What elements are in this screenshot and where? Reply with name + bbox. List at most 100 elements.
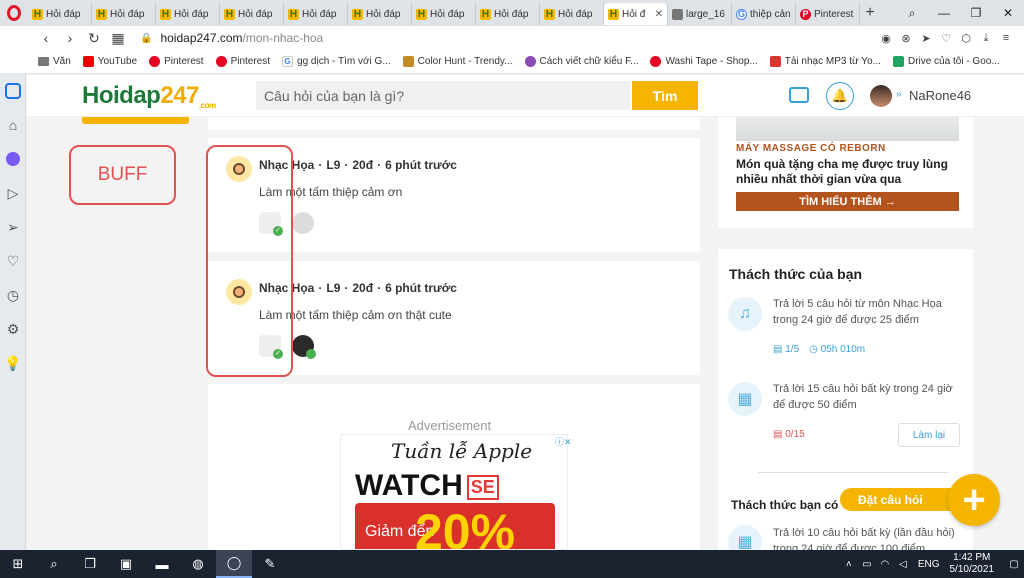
restore-button[interactable]: ❐ <box>960 0 992 26</box>
youtube-icon <box>82 56 94 67</box>
browser-tab[interactable]: H Hỏi đáp <box>28 3 92 25</box>
close-window-button[interactable]: ✕ <box>992 0 1024 26</box>
cube-icon[interactable]: ⬡ <box>956 32 976 45</box>
ad-card: Advertisement Tuần lễ Apple WATCH SE Giảm… <box>208 384 700 550</box>
minimize-button[interactable]: — <box>928 0 960 26</box>
send-icon[interactable]: ➢ <box>0 210 26 244</box>
author-level: L9 <box>326 158 341 172</box>
bookmark-label: YouTube <box>97 56 138 67</box>
notification-icon[interactable]: ▢ <box>1004 559 1024 570</box>
add-question-button[interactable]: + <box>948 474 1000 526</box>
battery-icon[interactable]: ▭ <box>858 559 876 570</box>
bookmark-item[interactable]: Pinterest <box>149 56 204 67</box>
browser-tab[interactable]: H Hỏi đ ✕ <box>604 3 668 25</box>
browser-tab[interactable]: H Hỏi đáp <box>156 3 220 25</box>
chat-icon[interactable] <box>789 87 809 103</box>
history-icon[interactable]: ◷ <box>0 278 26 312</box>
heart-icon[interactable]: ♡ <box>936 32 956 45</box>
heart-icon[interactable]: ♡ <box>0 244 26 278</box>
retry-button[interactable]: Làm lại <box>898 423 960 447</box>
bookmark-item[interactable]: Văn <box>38 56 71 67</box>
camera-icon[interactable]: ◉ <box>876 32 896 45</box>
search-button[interactable]: Tìm <box>632 81 698 110</box>
ad-tag: MÁY MASSAGE CÓ REBORN <box>736 143 886 154</box>
home-icon[interactable] <box>0 74 26 108</box>
bookmark-label: Drive của tôi - Goo... <box>907 56 1000 67</box>
browser-tab[interactable]: H Hỏi đáp <box>540 3 604 25</box>
ad-choices-icon[interactable]: ⓘ✕ <box>555 435 572 447</box>
send-icon[interactable]: ➤ <box>916 32 936 45</box>
search-tabs-icon[interactable]: ⌕ <box>896 0 928 26</box>
ad-label: Advertisement <box>408 418 492 433</box>
opera-menu-icon[interactable] <box>0 0 28 26</box>
answerer-avatar[interactable] <box>292 212 314 234</box>
search-input[interactable] <box>256 81 630 110</box>
browser-tab[interactable]: H Hỏi đáp <box>476 3 540 25</box>
reload-button[interactable]: ↻ <box>82 30 106 47</box>
browser-tab[interactable]: H Hỏi đáp <box>412 3 476 25</box>
opera-taskbar-icon[interactable]: ◯ <box>216 550 252 578</box>
bookmark-item[interactable]: Ggg dịch - Tìm với G... <box>282 56 391 67</box>
ad-banner[interactable]: Tuần lễ Apple WATCH SE Giảm đến 20% <box>340 434 568 550</box>
bookmark-item[interactable]: Tải nhạc MP3 từ Yo... <box>769 56 881 67</box>
right-ad[interactable]: MÁY MASSAGE CÓ REBORN Món quà tặng cha m… <box>718 117 973 228</box>
user-avatar[interactable] <box>870 85 892 107</box>
browser-tab[interactable]: P Pinterest <box>796 3 860 25</box>
clock[interactable]: 1:42 PM 5/10/2021 <box>950 552 995 576</box>
download-icon[interactable]: ⤓ <box>976 32 996 45</box>
store-icon[interactable]: ▣ <box>108 550 144 578</box>
tab-grid-icon[interactable]: ▦ <box>106 30 130 47</box>
folder-icon[interactable]: ▬ <box>144 550 180 578</box>
bookmark-item[interactable]: YouTube <box>82 56 138 67</box>
browser-tab[interactable]: H Hỏi đáp <box>348 3 412 25</box>
new-tab-button[interactable]: + <box>860 4 880 22</box>
browser-tab[interactable]: Gthiệp cản <box>732 3 796 25</box>
bookmark-item[interactable]: Drive của tôi - Goo... <box>892 56 1000 67</box>
ask-question-button[interactable]: Đặt câu hỏi <box>840 488 952 511</box>
site-header: Hoidap247.com Tìm 🔔 » NaRone46 <box>27 75 1024 117</box>
messenger-icon[interactable] <box>0 142 26 176</box>
volume-icon[interactable]: ◁ <box>894 559 912 570</box>
tab-favicon-icon: G <box>736 8 747 20</box>
bookmark-item[interactable]: Color Hunt - Trendy... <box>402 56 513 67</box>
at-icon <box>524 56 536 67</box>
zalo-icon[interactable]: ◍ <box>180 550 216 578</box>
browser-tab[interactable]: H Hỏi đáp <box>92 3 156 25</box>
google-icon: G <box>282 56 294 67</box>
speed-dial-icon[interactable]: ⌂ <box>0 108 26 142</box>
menu-icon[interactable]: ≡ <box>996 32 1016 45</box>
ad-headline[interactable]: Món quà tặng cha mẹ được truy lùng nhiều… <box>736 157 961 187</box>
bell-icon[interactable]: 🔔 <box>826 82 854 110</box>
browser-tab[interactable]: H Hỏi đáp <box>284 3 348 25</box>
close-tab-icon[interactable]: ✕ <box>655 9 663 20</box>
prev-section-button[interactable] <box>82 117 189 124</box>
url-field[interactable]: 🔒 hoidap247.com/mon-nhac-hoa <box>140 31 323 45</box>
language-indicator[interactable]: ENG <box>918 559 940 570</box>
back-button[interactable]: ‹ <box>34 30 58 46</box>
username[interactable]: NaRone46 <box>909 88 971 103</box>
tab-favicon-icon: H <box>160 8 171 20</box>
bookmark-item[interactable]: Washi Tape - Shop... <box>650 56 758 67</box>
windows-start-icon[interactable]: ⊞ <box>0 550 36 578</box>
opera-sidebar: ⌂ ▷ ➢ ♡ ◷ ⚙ 💡 <box>0 74 26 550</box>
browser-tab[interactable]: large_16 <box>668 3 732 25</box>
adblock-icon[interactable]: ⊗ <box>896 32 916 45</box>
player-icon[interactable]: ▷ <box>0 176 26 210</box>
bookmark-item[interactable]: Pinterest <box>215 56 270 67</box>
ad-cta-button[interactable]: TÌM HIỂU THÊM → <box>736 192 959 211</box>
tab-favicon-icon: H <box>96 8 107 20</box>
bulb-icon[interactable]: 💡 <box>0 346 26 380</box>
settings-icon[interactable]: ⚙ <box>0 312 26 346</box>
forward-button[interactable]: › <box>58 30 82 46</box>
browser-tab[interactable]: H Hỏi đáp <box>220 3 284 25</box>
site-logo[interactable]: Hoidap247.com <box>82 82 216 110</box>
chevron-down-icon[interactable]: » <box>896 89 902 100</box>
task-view-icon[interactable]: ❐ <box>72 550 108 578</box>
pinterest-icon <box>215 56 227 67</box>
bookmark-item[interactable]: Cách viết chữ kiểu F... <box>524 56 638 67</box>
answerer-avatar[interactable] <box>292 335 316 359</box>
chevron-up-icon[interactable]: ˄ <box>840 559 858 570</box>
wifi-icon[interactable]: ◠ <box>876 559 894 570</box>
paint-icon[interactable]: ✎ <box>252 550 288 578</box>
search-icon[interactable]: ⌕ <box>36 550 72 578</box>
